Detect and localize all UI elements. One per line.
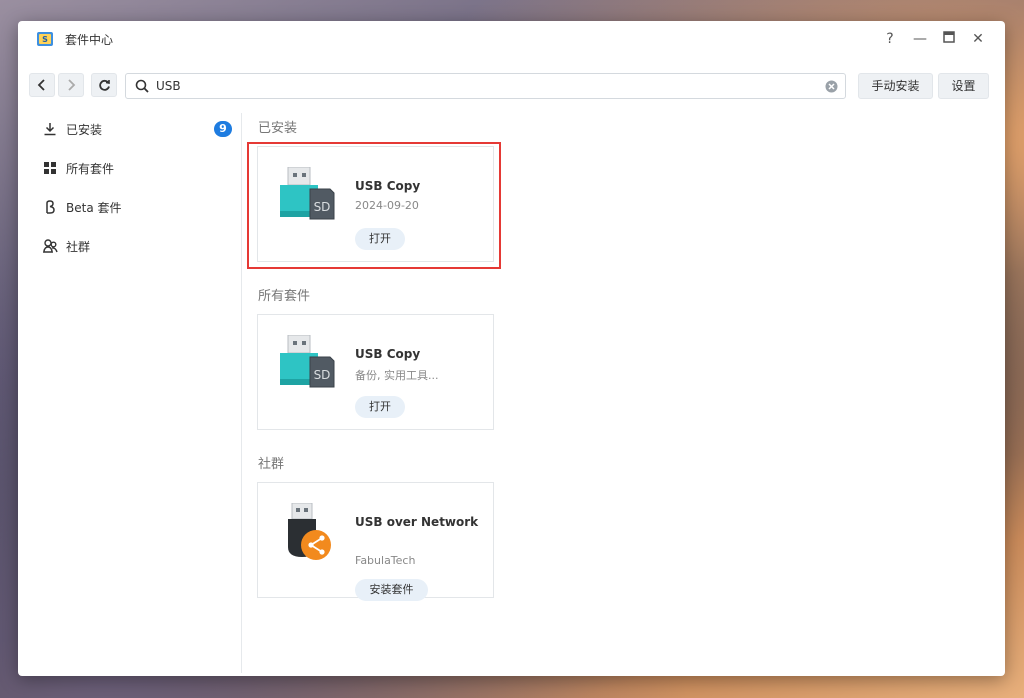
search-input[interactable]: USB (125, 73, 846, 99)
forward-button[interactable] (58, 73, 84, 97)
package-card-usb-copy[interactable]: SD USB Copy 备份, 实用工具... 打开 (257, 314, 494, 430)
sidebar-item-label: 已安装 (66, 122, 103, 137)
search-value: USB (156, 79, 181, 93)
close-button[interactable]: ✕ (968, 29, 988, 49)
usb-copy-icon: SD (280, 335, 335, 388)
title-bar: S 套件中心 ? — ✕ (18, 21, 1005, 57)
open-button[interactable]: 打开 (355, 396, 405, 418)
section-title-installed: 已安装 (258, 121, 298, 136)
community-icon (42, 238, 58, 254)
sidebar: 已安装 9 所有套件 Beta 套件 社群 (18, 113, 242, 673)
usb-network-icon (288, 503, 331, 560)
beta-icon (42, 199, 58, 215)
installed-count-badge: 9 (214, 121, 232, 137)
sidebar-item-label: Beta 套件 (66, 200, 122, 215)
window-title: 套件中心 (65, 33, 114, 47)
package-name: USB over Network (355, 515, 479, 529)
svg-text:SD: SD (314, 368, 331, 382)
highlight-box (247, 142, 501, 269)
chevron-right-icon (68, 79, 76, 91)
sidebar-item-label: 所有套件 (66, 161, 115, 176)
sidebar-item-community[interactable]: 社群 (42, 234, 232, 258)
help-button[interactable]: ? (880, 29, 900, 49)
sidebar-item-beta[interactable]: Beta 套件 (42, 195, 232, 219)
section-title-all-packages: 所有套件 (258, 289, 311, 304)
install-package-button[interactable]: 安装套件 (355, 579, 428, 601)
chevron-left-icon (37, 79, 45, 91)
toolbar: USB 手动安装 设置 (18, 71, 1005, 101)
back-button[interactable] (29, 73, 55, 97)
maximize-icon (943, 31, 955, 43)
clear-search-icon[interactable] (825, 80, 838, 93)
grid-icon (42, 160, 58, 176)
package-card-usb-over-network[interactable]: USB over Network FabulaTech 安装套件 (257, 482, 494, 601)
package-center-icon: S (37, 32, 53, 46)
search-icon (135, 79, 149, 93)
maximize-button[interactable] (939, 29, 959, 49)
minimize-button[interactable]: — (910, 29, 930, 49)
sidebar-item-installed[interactable]: 已安装 9 (42, 117, 232, 141)
manual-install-button[interactable]: 手动安装 (858, 73, 933, 99)
download-icon (42, 121, 58, 137)
refresh-icon (98, 79, 110, 91)
refresh-button[interactable] (91, 73, 117, 97)
package-category: 备份, 实用工具... (355, 369, 439, 382)
package-name: USB Copy (355, 347, 421, 361)
sidebar-item-all-packages[interactable]: 所有套件 (42, 156, 232, 180)
package-publisher: FabulaTech (355, 554, 416, 567)
sidebar-item-label: 社群 (66, 239, 91, 254)
svg-text:S: S (42, 35, 48, 44)
section-title-community: 社群 (258, 457, 285, 472)
settings-button[interactable]: 设置 (938, 73, 989, 99)
package-center-window: S 套件中心 ? — ✕ USB 手动安装 设置 已安装 9 所有套件 Beta… (18, 21, 1005, 676)
